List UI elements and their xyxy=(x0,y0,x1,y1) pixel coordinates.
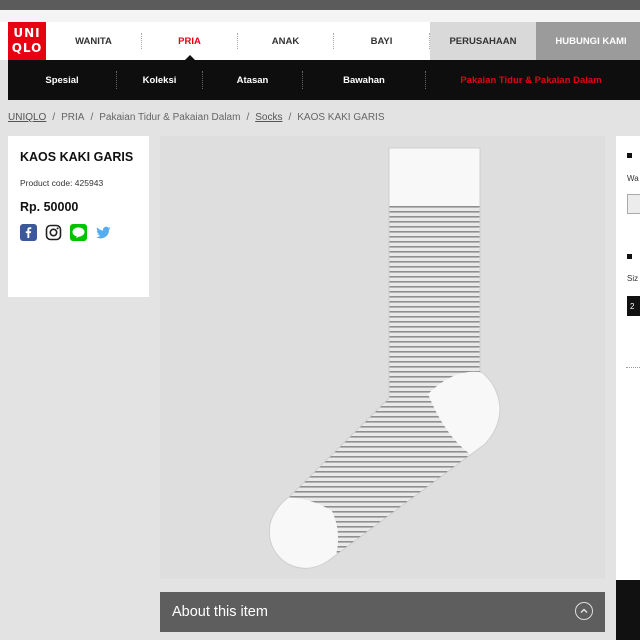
sock-image xyxy=(268,147,501,569)
line-icon[interactable] xyxy=(70,224,87,241)
breadcrumb-pakaian-tidur[interactable]: Pakaian Tidur & Pakaian Dalam xyxy=(99,112,240,123)
subnav-atasan[interactable]: Atasan xyxy=(203,60,302,100)
nav-anak[interactable]: ANAK xyxy=(238,22,333,60)
top-strip xyxy=(0,0,640,10)
color-swatch[interactable] xyxy=(627,194,640,214)
breadcrumb-current: KAOS KAKI GARIS xyxy=(297,112,385,123)
instagram-icon[interactable] xyxy=(45,224,62,241)
main-header: UNI QLO WANITA PRIA ANAK BAYI PERUSAHAAN… xyxy=(0,22,640,61)
subnav-pakaian-tidur[interactable]: Pakaian Tidur & Pakaian Dalam xyxy=(426,60,636,100)
product-code: Product code: 425943 xyxy=(20,178,104,188)
breadcrumb: UNIQLO / PRIA / Pakaian Tidur & Pakaian … xyxy=(8,112,385,123)
primary-nav: WANITA PRIA ANAK BAYI PERUSAHAAN HUBUNGI… xyxy=(46,22,640,61)
breadcrumb-pria[interactable]: PRIA xyxy=(61,112,84,123)
logo-text-bottom: QLO xyxy=(11,41,43,55)
facebook-icon[interactable] xyxy=(20,224,37,241)
social-share xyxy=(20,224,137,241)
twitter-icon[interactable] xyxy=(95,224,112,241)
chevron-up-icon[interactable] xyxy=(575,602,593,620)
about-item-label: About this item xyxy=(172,604,268,620)
color-label: Wa xyxy=(627,174,639,183)
nav-bayi[interactable]: BAYI xyxy=(334,22,429,60)
breadcrumb-separator: / xyxy=(52,112,56,123)
size-option[interactable]: 2 xyxy=(627,296,640,316)
nav-wanita[interactable]: WANITA xyxy=(46,22,141,60)
section-marker xyxy=(627,254,632,259)
about-item-accordion[interactable]: About this item xyxy=(160,592,605,632)
breadcrumb-uniqlo[interactable]: UNIQLO xyxy=(8,112,46,123)
nav-hubungi-kami[interactable]: HUBUNGI KAMI xyxy=(536,22,640,60)
top-spacer xyxy=(0,10,640,22)
category-nav: Spesial Koleksi Atasan Bawahan Pakaian T… xyxy=(8,60,640,100)
section-marker xyxy=(627,153,632,158)
breadcrumb-separator: / xyxy=(90,112,94,123)
size-label: Siz xyxy=(627,274,639,283)
subnav-koleksi[interactable]: Koleksi xyxy=(117,60,202,100)
breadcrumb-socks[interactable]: Socks xyxy=(255,112,282,123)
add-to-cart-area[interactable] xyxy=(616,580,640,640)
divider xyxy=(626,367,640,368)
product-image-panel[interactable] xyxy=(160,136,605,579)
options-panel: Wa Siz 2 xyxy=(616,136,640,580)
nav-pria[interactable]: PRIA xyxy=(142,22,237,61)
breadcrumb-separator: / xyxy=(246,112,250,123)
uniqlo-logo[interactable]: UNI QLO xyxy=(8,22,46,60)
product-price: Rp. 50000 xyxy=(20,200,79,214)
breadcrumb-separator: / xyxy=(288,112,292,123)
logo-text-top: UNI xyxy=(13,26,41,40)
subnav-bawahan[interactable]: Bawahan xyxy=(303,60,425,100)
nav-perusahaan[interactable]: PERUSAHAAN xyxy=(430,22,536,60)
product-info-card: KAOS KAKI GARIS Product code: 425943 Rp.… xyxy=(8,136,149,297)
product-title: KAOS KAKI GARIS xyxy=(20,150,134,164)
subnav-spesial[interactable]: Spesial xyxy=(8,60,116,100)
